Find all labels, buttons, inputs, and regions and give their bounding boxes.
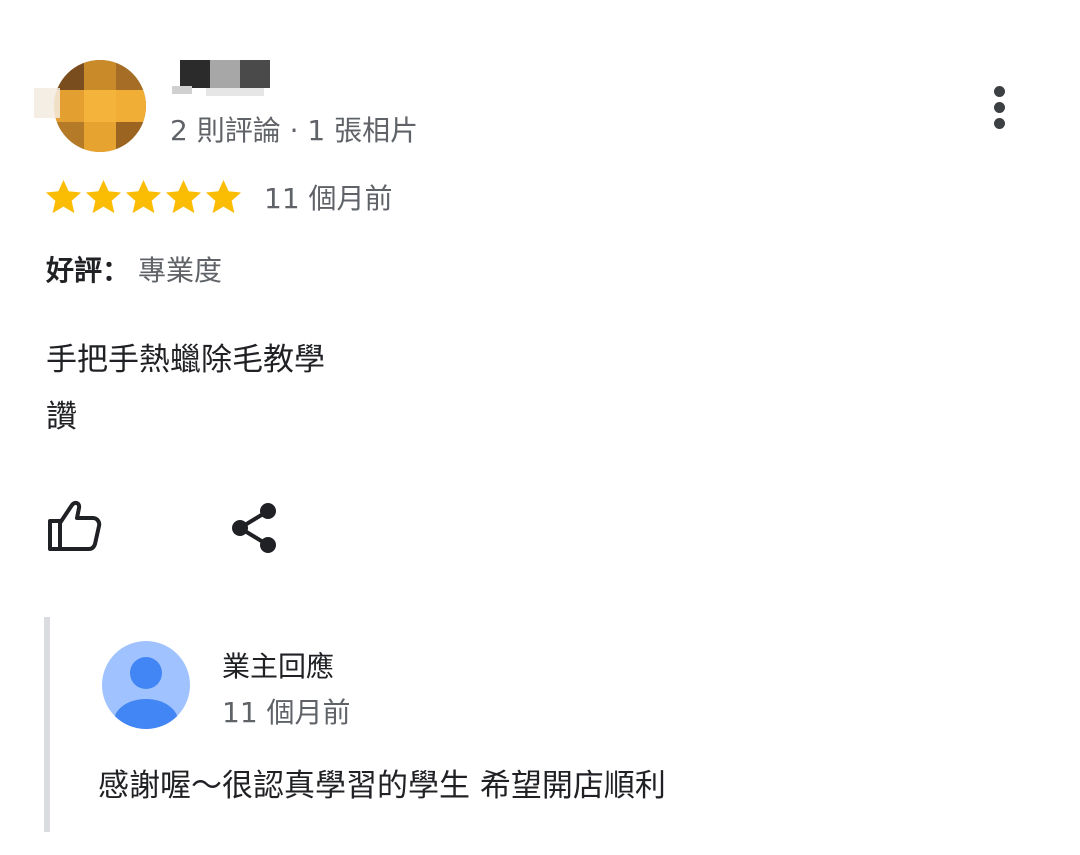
like-button[interactable] — [44, 495, 106, 557]
review-time: 11 個月前 — [264, 182, 393, 215]
reviewer-name[interactable] — [172, 60, 272, 100]
review-highlight: 好評： 專業度 — [46, 249, 222, 289]
owner-reply-time: 11 個月前 — [222, 696, 351, 729]
owner-reply: 業主回應 11 個月前 感謝喔～很認真學習的學生 希望開店順利 — [44, 617, 1050, 832]
blur-artifact — [34, 88, 60, 118]
review-text-line: 手把手熱蠟除毛教學 — [46, 342, 325, 378]
share-button[interactable] — [226, 497, 284, 559]
review-text-line: 讚 — [46, 399, 77, 435]
reviewer-stats: 2 則評論 · 1 張相片 — [170, 114, 419, 147]
name-redaction — [240, 60, 270, 88]
name-redaction — [206, 88, 264, 96]
share-icon — [232, 503, 276, 553]
owner-reply-title: 業主回應 — [222, 650, 335, 683]
name-redaction — [210, 60, 240, 88]
more-options-button[interactable] — [985, 80, 1017, 136]
name-redaction — [180, 60, 210, 88]
rating-row: 11 個月前 — [44, 173, 393, 221]
highlight-value: 專業度 — [138, 254, 223, 287]
reviewer-avatar[interactable] — [34, 58, 146, 154]
person-icon — [102, 641, 190, 729]
reviewer-avatar-image — [54, 60, 146, 152]
review-text: 手把手熱蠟除毛教學 讚 — [46, 332, 325, 446]
highlight-label: 好評： — [46, 254, 131, 287]
star-icon — [125, 179, 162, 213]
owner-reply-text: 感謝喔～很認真學習的學生 希望開店順利 — [98, 768, 666, 804]
star-icon — [205, 179, 242, 213]
owner-avatar — [102, 641, 190, 729]
star-icon — [165, 179, 202, 213]
star-icon — [85, 179, 122, 213]
star-rating — [44, 178, 244, 217]
thumb-up-icon — [48, 500, 102, 551]
star-icon — [45, 179, 82, 213]
name-redaction — [172, 86, 192, 94]
